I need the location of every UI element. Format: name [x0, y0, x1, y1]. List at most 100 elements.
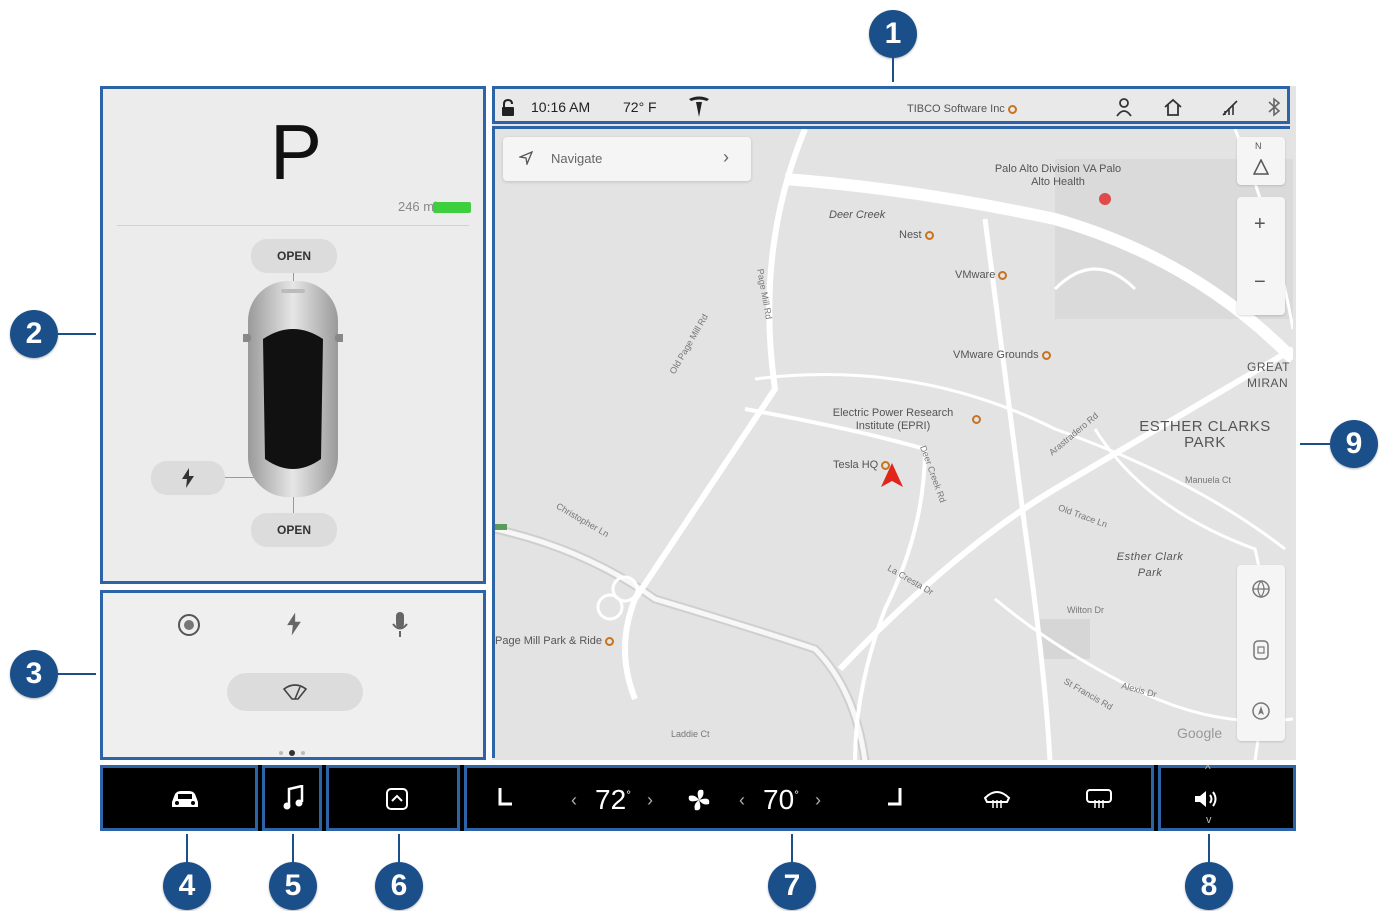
page-dot[interactable] — [301, 751, 305, 755]
lightning-icon — [182, 468, 194, 488]
charge-port-button[interactable] — [151, 461, 225, 495]
callout-5: 5 — [269, 862, 317, 910]
callout-6-leader — [398, 834, 400, 862]
area-great-miran: GREAT MIRAN — [1247, 360, 1290, 390]
poi-tibco[interactable]: TIBCO Software Inc — [907, 103, 1017, 115]
poi-vmware-grounds[interactable]: VMware Grounds — [953, 349, 1051, 361]
current-location-arrow-icon — [881, 463, 903, 487]
callout-5-leader — [292, 834, 294, 862]
page-dot-active[interactable] — [289, 750, 295, 756]
callout-2-leader — [58, 333, 96, 335]
divider — [117, 225, 469, 226]
map-view[interactable]: Navigate › Palo Alto Division VA Palo Al… — [492, 126, 1293, 760]
road-wilton-dr: Wilton Dr — [1067, 605, 1105, 615]
callout-7-leader — [791, 834, 793, 862]
battery-icon — [433, 202, 471, 213]
volume-up-button[interactable]: ^ — [1205, 762, 1211, 776]
charger-icon[interactable] — [1251, 639, 1271, 661]
outside-temperature: 72° F — [623, 99, 657, 115]
car-icon — [172, 791, 198, 807]
callout-3-leader — [58, 673, 96, 675]
tesla-logo-icon[interactable] — [687, 95, 711, 119]
zoom-in-button[interactable]: + — [1254, 213, 1266, 236]
driver-temp-decrease[interactable]: ‹ — [571, 790, 577, 811]
bottom-bar: ‹ 72° › ‹ 70° › ^ v — [100, 762, 1296, 831]
callout-1: 1 — [869, 10, 917, 58]
clock: 10:16 AM — [531, 99, 591, 115]
no-signal-icon[interactable] — [1221, 99, 1239, 117]
car-top-view-image — [243, 281, 343, 497]
compass-icon — [1253, 159, 1269, 175]
poi-vmware[interactable]: VMware — [955, 269, 1008, 281]
callout-4: 4 — [163, 862, 211, 910]
volume-icon[interactable] — [1193, 788, 1221, 810]
trunk-open-button[interactable]: OPEN — [251, 513, 337, 547]
car-controls-button[interactable] — [100, 765, 258, 831]
wipers-button[interactable] — [227, 673, 363, 711]
quick-controls-panel — [100, 590, 486, 760]
lightning-icon[interactable] — [286, 611, 302, 637]
poi-page-mill-park-and-ride[interactable]: Page Mill Park & Ride — [495, 635, 614, 647]
frunk-open-label: OPEN — [276, 249, 311, 263]
hospital-marker-icon[interactable] — [1099, 193, 1111, 205]
lock-icon[interactable] — [501, 99, 515, 117]
globe-icon[interactable] — [1251, 579, 1271, 599]
volume-down-button[interactable]: v — [1206, 814, 1212, 826]
driver-seat-heater-icon[interactable] — [495, 786, 515, 812]
poi-va-palo-alto[interactable]: Palo Alto Division VA Palo Alto Health — [993, 163, 1123, 189]
media-player-button[interactable] — [262, 765, 322, 831]
bluetooth-icon[interactable] — [1267, 97, 1281, 117]
poi-nest[interactable]: Nest — [899, 229, 934, 241]
passenger-seat-heater-icon[interactable] — [885, 786, 905, 812]
compass-north-label: N — [1255, 141, 1262, 151]
car-status-panel: P 246 mi OPEN OPEN — [100, 86, 486, 584]
fan-icon[interactable] — [685, 786, 713, 814]
driver-profile-icon[interactable] — [1115, 97, 1133, 117]
area-esther-clarks-park: ESTHER CLARKS PARK — [1139, 418, 1271, 451]
page-dot[interactable] — [279, 751, 283, 755]
status-bar: 10:16 AM 72° F TIBCO Software Inc — [492, 86, 1290, 124]
navigate-search-box[interactable]: Navigate › — [503, 137, 751, 181]
homelink-icon[interactable] — [1163, 97, 1183, 117]
music-note-icon — [283, 785, 304, 810]
navigate-placeholder: Navigate — [551, 151, 603, 166]
zoom-out-button[interactable]: − — [1254, 271, 1266, 294]
google-attribution: Google — [1177, 725, 1223, 741]
callout-8-leader — [1208, 834, 1210, 862]
poi-epri[interactable]: Electric Power Research Institute (EPRI) — [813, 407, 973, 433]
zoom-controls: + − — [1237, 197, 1285, 315]
front-defrost-icon[interactable] — [983, 788, 1011, 810]
wiper-icon — [282, 684, 308, 700]
callout-1-leader — [892, 58, 894, 82]
callout-6: 6 — [375, 862, 423, 910]
road-laddie-ct: Laddie Ct — [671, 729, 710, 739]
rear-defrost-icon[interactable] — [1085, 788, 1113, 810]
volume-controls: ^ v — [1158, 762, 1296, 831]
poi-deer-creek[interactable]: Deer Creek — [829, 209, 885, 221]
map-options-controls — [1237, 565, 1285, 741]
location-icon[interactable] — [1251, 701, 1271, 721]
callout-7: 7 — [768, 862, 816, 910]
passenger-temp-decrease[interactable]: ‹ — [739, 790, 745, 811]
driver-temperature: 72° — [595, 784, 631, 815]
map-panel: 10:16 AM 72° F TIBCO Software Inc Naviga… — [492, 86, 1296, 760]
app-launcher-button[interactable] — [326, 765, 460, 831]
navigate-arrow-icon — [519, 151, 533, 165]
driver-temp-increase[interactable]: › — [647, 790, 653, 811]
area-esther-clark-park: Esther Clark Park — [1116, 551, 1184, 579]
callout-3: 3 — [10, 650, 58, 698]
range-readout: 246 mi — [397, 199, 437, 214]
climate-controls: ‹ 72° › ‹ 70° › — [464, 765, 1154, 831]
gear-indicator: P — [269, 108, 323, 196]
passenger-temp-increase[interactable]: › — [815, 790, 821, 811]
callout-2: 2 — [10, 310, 58, 358]
frunk-open-button[interactable]: OPEN — [251, 239, 337, 273]
compass-button[interactable]: N — [1237, 137, 1285, 185]
passenger-temperature: 70° — [763, 784, 799, 815]
callout-9: 9 — [1330, 420, 1378, 468]
poi-epri-marker[interactable] — [972, 415, 981, 424]
microphone-icon[interactable] — [391, 611, 409, 639]
road-manuela-ct: Manuela Ct — [1185, 475, 1232, 485]
callout-4-leader — [186, 834, 188, 862]
camera-icon[interactable] — [177, 613, 201, 637]
